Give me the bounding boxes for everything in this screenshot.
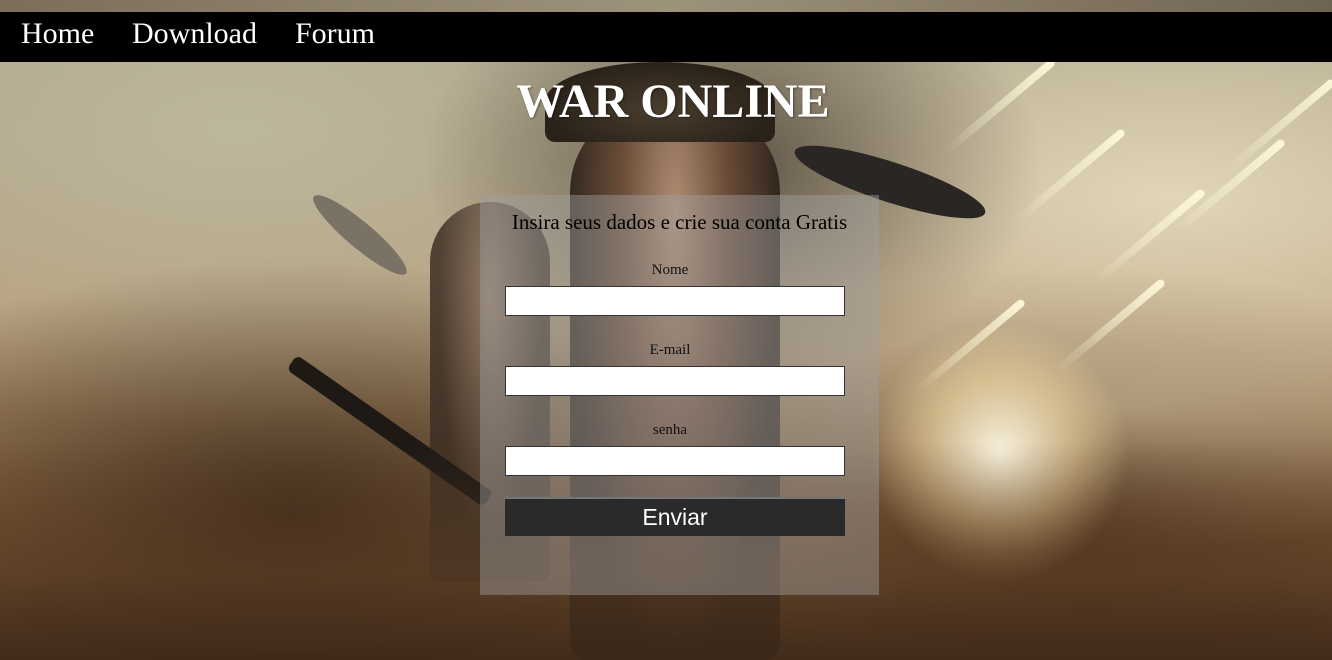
submit-button[interactable]: Enviar [505, 497, 845, 536]
name-input[interactable] [505, 286, 845, 316]
main-navbar: Home Download Forum [0, 12, 1332, 62]
tracer-streak [1173, 137, 1287, 235]
tracer-streak [1093, 187, 1207, 285]
form-heading: Insira seus dados e crie sua conta Grati… [511, 210, 848, 234]
nav-link-download[interactable]: Download [132, 18, 257, 50]
password-input[interactable] [505, 446, 845, 476]
top-border-strip [0, 0, 1332, 12]
page-title: WAR ONLINE [516, 75, 830, 128]
nav-link-forum[interactable]: Forum [295, 18, 375, 50]
password-label: senha [652, 422, 688, 438]
name-label: Nome [651, 262, 689, 278]
signup-form: Insira seus dados e crie sua conta Grati… [480, 195, 879, 595]
email-input[interactable] [505, 366, 845, 396]
airplane-graphic [305, 186, 415, 284]
nav-link-home[interactable]: Home [21, 18, 94, 50]
email-label: E-mail [649, 342, 691, 358]
tracer-streak [1013, 127, 1127, 225]
